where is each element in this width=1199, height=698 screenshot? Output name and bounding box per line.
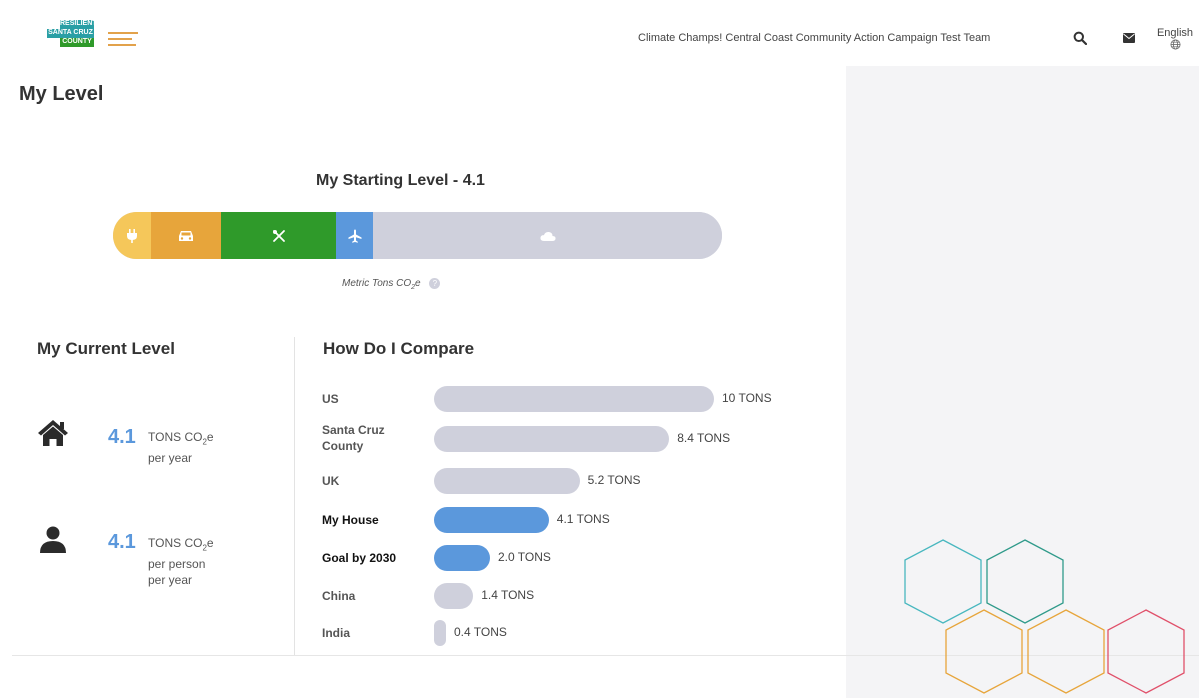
current-level-title: My Current Level	[37, 339, 175, 358]
compare-bar-value: 4.1 TONS	[556, 512, 610, 526]
segment-food[interactable]	[221, 212, 336, 259]
starting-level-title: My Starting Level - 4.1	[316, 172, 485, 189]
section-divider	[294, 337, 295, 655]
compare-row-label: My House	[322, 513, 379, 527]
compare-bar	[434, 583, 474, 609]
compare-bar-value: 10 TONS	[722, 391, 772, 405]
segment-other[interactable]	[373, 212, 722, 259]
plug-icon	[127, 228, 137, 243]
compare-bar-value: 0.4 TONS	[454, 625, 507, 639]
cloud-icon	[539, 231, 556, 241]
logo-line1: RESILIENT	[60, 20, 97, 29]
compare-bar-value: 5.2 TONS	[587, 473, 641, 487]
airplane-icon	[348, 229, 361, 243]
compare-row-label: India	[322, 626, 351, 640]
compare-bar	[434, 507, 549, 533]
resilient-santa-cruz-logo[interactable]: RESILIENT SANTA CRUZ COUNTY	[47, 20, 147, 62]
team-name-link[interactable]: Climate Champs! Central Coast Community …	[638, 32, 990, 44]
logo-tagline-mark	[108, 44, 136, 46]
compare-bar	[434, 620, 446, 646]
logo-line3: COUNTY	[60, 38, 94, 47]
car-icon	[179, 230, 193, 241]
compare-row-label: US	[322, 392, 339, 406]
question-icon[interactable]: ?	[429, 278, 441, 289]
household-unit: TONS CO2e per year	[148, 430, 214, 466]
compare-bar	[434, 386, 714, 412]
search-icon[interactable]	[1073, 31, 1087, 45]
house-icon	[38, 420, 68, 446]
compare-bar	[434, 468, 580, 494]
segment-travel[interactable]	[336, 212, 373, 259]
page-title: My Level	[19, 83, 104, 105]
compare-bar-value: 8.4 TONS	[677, 431, 731, 445]
utensils-icon	[272, 229, 285, 242]
compare-row-label: Goal by 2030	[322, 551, 397, 565]
compare-row-label: China	[322, 589, 356, 603]
logo-tagline-mark	[108, 38, 132, 40]
household-value: 4.1	[108, 426, 136, 448]
logo-line2: SANTA CRUZ	[47, 29, 94, 38]
logo-tagline-mark	[108, 32, 138, 34]
language-label: English	[1156, 27, 1194, 39]
starting-level-bar	[113, 212, 722, 259]
compare-row-label: UK	[322, 474, 340, 488]
envelope-icon[interactable]	[1123, 33, 1135, 43]
compare-bar-value: 1.4 TONS	[481, 588, 535, 602]
header: RESILIENT SANTA CRUZ COUNTY Climate Cham…	[0, 0, 1199, 66]
compare-bar	[434, 426, 670, 452]
compare-title: How Do I Compare	[323, 339, 475, 358]
compare-bar-value: 2.0 TONS	[498, 550, 551, 564]
language-selector[interactable]: English	[1154, 27, 1196, 53]
segment-home-energy[interactable]	[113, 212, 151, 259]
person-icon	[40, 526, 66, 553]
metric-tons-caption: Metric Tons CO2e ?	[342, 278, 441, 291]
compare-bar	[434, 545, 490, 571]
globe-icon	[1170, 39, 1180, 50]
hexagon-decoration	[904, 539, 1185, 694]
segment-transportation[interactable]	[151, 212, 221, 259]
compare-row-label: Santa Cruz County	[322, 423, 385, 453]
per-person-value: 4.1	[108, 531, 136, 553]
per-person-unit: TONS CO2e per person per year	[148, 536, 214, 588]
